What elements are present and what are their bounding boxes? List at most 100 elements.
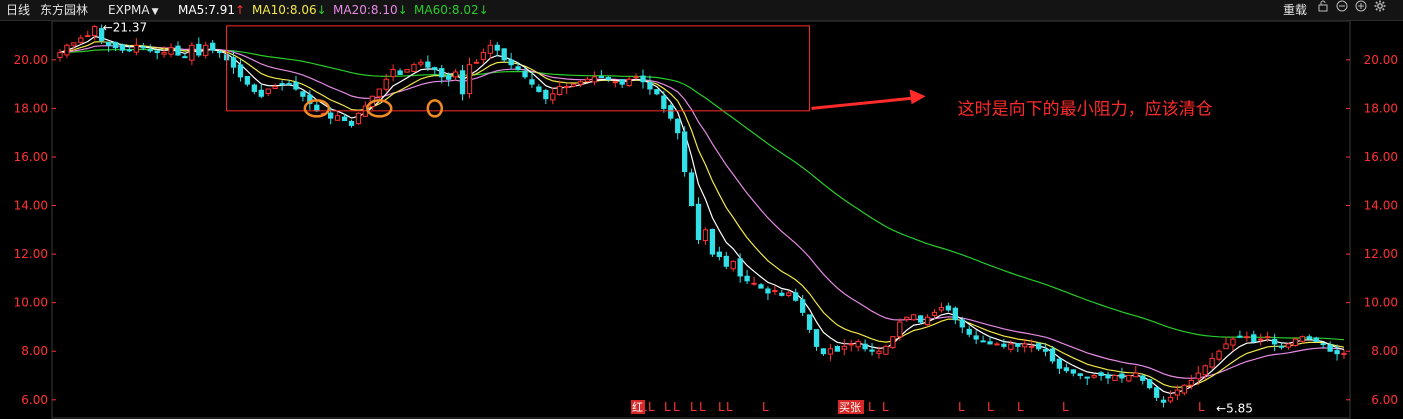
candle-body [1265,336,1271,339]
candle-body [723,255,729,267]
stock-name: 东方园林 [40,3,89,17]
candle-body [1223,343,1229,350]
ma5-arrow-icon: ↑ [234,3,246,17]
y-tick-left: 20.00 [14,53,48,67]
high-price-marker: ←21.37 [103,21,147,35]
y-tick-right: 14.00 [1364,199,1398,213]
candle-body [189,44,195,61]
candle-body [466,64,473,95]
price-chart[interactable]: 20.00 20.00 18.00 18.00 16.00 16.00 14.00 14.00… [0,21,1403,419]
ma5-legend: MA5:7.91↑ [178,0,245,20]
candle-body [293,81,299,90]
signal-mark: L [690,400,697,414]
candle-body [376,88,382,98]
candle-body [1153,387,1160,398]
candle-body [1091,375,1097,378]
ma60-line [59,48,1345,341]
y-tick-left: 18.00 [14,101,48,115]
plus-circle-icon[interactable] [1355,0,1367,12]
candle-body [987,341,993,345]
candle-body [619,79,625,85]
candle-body [452,71,459,78]
gear-icon[interactable] [1374,0,1386,12]
candle-body [251,84,257,92]
ma10-value: MA10:8.06 [252,3,317,17]
indicator-selector[interactable]: EXPMA ▼ [108,0,159,22]
candle-body [1244,336,1250,339]
candle-body [841,345,847,350]
candle-body [737,258,743,277]
support-circle-3 [426,99,444,118]
candle-body [952,307,958,321]
signal-mark: L [762,400,769,414]
annotation-arrow [811,96,912,110]
ma20-value: MA20:8.10 [333,3,398,17]
candle-body [175,45,181,56]
candle-body [1140,375,1146,381]
candle-body [799,299,806,313]
candle-body [168,47,174,55]
candle-body [994,343,1000,346]
period-selector[interactable]: 日线 [6,0,30,20]
candle-body [1327,344,1333,352]
candle-body [334,115,341,121]
candle-body [147,49,153,52]
y-tick-right: 6.00 [1371,393,1398,407]
candle-body [904,316,910,320]
candle-body [924,316,931,326]
minus-circle-icon[interactable] [1336,0,1348,12]
candle-body [459,70,466,95]
lock-icon[interactable] [1317,0,1329,12]
candle-body [1209,358,1215,368]
y-tick-right: 16.00 [1364,150,1398,164]
candle-body [1098,372,1104,377]
candle-body [258,89,264,97]
y-tick-right: 18.00 [1364,101,1398,115]
candle-body [1167,396,1174,402]
ma60-legend: MA60:8.02↓ [414,0,489,20]
candle-body [92,26,98,37]
toolbar: 日线 东方园林 EXPMA ▼ MA5:7.91↑ MA10:8.06 ↓ MA20… [0,0,1403,21]
candle-body [230,57,237,68]
annotation-layer: 这时是向下的最小阻力，应该清仓 ←21.37 ←5.85 [103,21,1253,415]
candle-body [626,78,632,86]
candle-body [897,321,903,338]
ma20-legend: MA20:8.10↓ [333,0,408,20]
signal-mark: L [699,400,706,414]
candle-body [1181,384,1188,394]
candle-body [300,91,306,97]
candle-body [584,78,591,83]
signal-mark: L [987,400,994,414]
candle-body [862,343,868,350]
reload-button[interactable]: 重载 [1283,0,1307,20]
candle-body [640,75,646,83]
candle-body [709,228,716,255]
candle-body [1251,334,1257,343]
candle-body [716,251,723,258]
candle-body [1174,389,1181,396]
candle-body [328,112,334,119]
candle-body [203,44,209,56]
signal-mark: L [1062,400,1069,414]
candle-body [855,341,861,348]
candle-body [272,86,278,89]
signal-mark: L [868,400,875,414]
signal-mark: L [648,400,655,414]
candle-body [668,105,674,119]
candle-body [64,44,70,56]
candle-body [161,52,167,55]
low-price-marker: ←5.85 [1216,401,1253,415]
candle-body [1133,372,1139,378]
signal-badge-text: 买张 [839,401,861,414]
signal-badge-text: 红 [632,401,643,414]
candle-body [681,131,688,173]
candle-body [661,95,667,109]
candle-body [1334,350,1340,355]
signal-marks: LLLLLLLLLLLLLLLL红买张 [631,400,1205,414]
ma60-arrow-icon: ↓ [478,3,489,17]
candle-body [515,66,521,71]
candle-body [647,81,653,90]
candle-body [758,284,764,289]
candle-body [1008,343,1014,350]
y-tick-left: 6.00 [21,393,48,407]
